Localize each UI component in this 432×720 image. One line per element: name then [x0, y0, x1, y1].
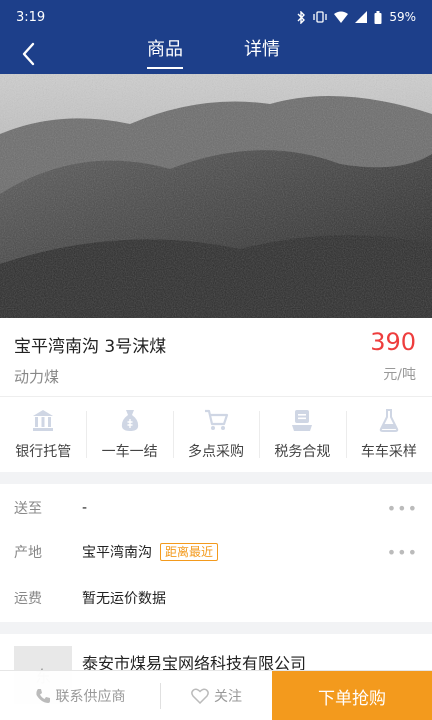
bank-icon — [28, 405, 58, 435]
feature-tax-compliance[interactable]: 税务合规 — [259, 397, 345, 472]
origin-row[interactable]: 产地 宝平湾南沟 距离最近 ••• — [0, 536, 432, 568]
feature-label: 一车一结 — [101, 444, 158, 460]
status-bar: 3:19 59% — [0, 0, 432, 34]
feature-label: 银行托管 — [15, 444, 72, 460]
battery-percent: 59% — [389, 10, 416, 24]
origin-label: 产地 — [14, 545, 42, 561]
feature-per-truck-settlement[interactable]: 一车一结 — [86, 397, 172, 472]
feature-multi-point-purchase[interactable]: 多点采购 — [172, 397, 259, 472]
origin-value: 宝平湾南沟 — [82, 545, 152, 561]
status-time: 3:19 — [16, 9, 46, 25]
back-arrow-icon — [22, 42, 35, 66]
feature-label: 税务合规 — [274, 444, 331, 460]
delivery-info: 送至 - ••• 产地 宝平湾南沟 距离最近 ••• 运费 暂无运价数据 — [0, 484, 432, 622]
tab-goods[interactable]: 商品 — [147, 37, 183, 71]
freight-value: 暂无运价数据 — [82, 591, 166, 607]
contact-supplier-label: 联系供应商 — [55, 689, 126, 705]
feature-label: 多点采购 — [188, 444, 245, 460]
follow-label: 关注 — [214, 689, 242, 705]
tax-icon — [287, 405, 317, 435]
bluetooth-icon — [297, 10, 306, 24]
freight-row: 运费 暂无运价数据 — [0, 582, 432, 614]
feature-label: 车车采样 — [360, 444, 417, 460]
product-price: 390 — [370, 328, 416, 356]
vibrate-icon — [313, 11, 327, 23]
bottom-action-bar: 联系供应商 关注 下单抢购 — [0, 670, 432, 720]
heart-icon — [191, 688, 209, 704]
product-category: 动力煤 — [14, 368, 60, 386]
cart-icon — [201, 405, 231, 435]
money-bag-icon — [115, 405, 145, 435]
status-icons: 59% — [296, 10, 416, 24]
more-dots-icon[interactable]: ••• — [387, 543, 418, 562]
product-name: 宝平湾南沟 3号沫煤 — [14, 337, 167, 357]
destination-label: 送至 — [14, 501, 42, 517]
flask-icon — [374, 405, 404, 435]
feature-bank-custody[interactable]: 银行托管 — [0, 397, 86, 472]
back-button[interactable] — [8, 36, 48, 72]
freight-label: 运费 — [14, 591, 42, 607]
product-image[interactable] — [0, 74, 432, 318]
nearest-badge: 距离最近 — [160, 543, 219, 561]
coal-pile-image — [0, 74, 432, 318]
nav-bar: 商品 详情 — [0, 34, 432, 74]
feature-per-truck-sampling[interactable]: 车车采样 — [345, 397, 432, 472]
phone-icon — [35, 689, 50, 703]
destination-value: - — [82, 500, 88, 516]
order-now-button[interactable]: 下单抢购 — [272, 671, 432, 720]
signal-icon — [355, 11, 368, 23]
more-dots-icon[interactable]: ••• — [387, 499, 418, 518]
feature-strip: 银行托管 一车一结 多点采购 税务合规 车车采样 — [0, 396, 432, 472]
destination-row[interactable]: 送至 - ••• — [0, 492, 432, 524]
contact-supplier-button[interactable]: 联系供应商 — [0, 671, 160, 720]
wifi-icon — [334, 11, 349, 23]
origin-value-group: 宝平湾南沟 距离最近 — [82, 542, 219, 562]
battery-icon — [374, 10, 382, 24]
price-unit: 元/吨 — [383, 367, 416, 383]
product-card: 宝平湾南沟 3号沫煤 动力煤 390 元/吨 — [0, 318, 432, 396]
follow-button[interactable]: 关注 — [161, 671, 272, 720]
tab-detail[interactable]: 详情 — [244, 37, 280, 71]
